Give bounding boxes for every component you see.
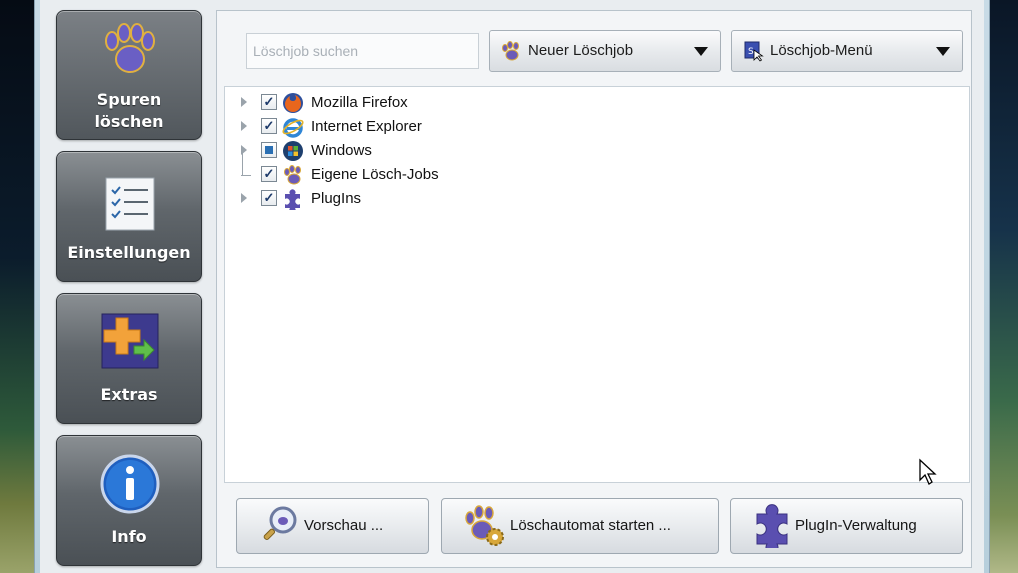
svg-text:S: S	[748, 47, 754, 57]
paw-gear-icon	[465, 505, 504, 546]
sidebar-item-label: Info	[111, 527, 147, 546]
sidebar-item-spuren-loeschen[interactable]: Spuren löschen	[56, 10, 202, 140]
checklist-icon	[105, 177, 155, 231]
sidebar-item-extras[interactable]: Extras	[56, 293, 202, 424]
checkbox[interactable]: ✓	[261, 166, 277, 182]
paw-icon	[502, 41, 519, 61]
sidebar-item-label: löschen	[94, 112, 164, 131]
tree-item-label: Mozilla Firefox	[311, 94, 408, 111]
sidebar-item-label: Spuren	[96, 90, 162, 109]
sidebar-item-info[interactable]: Info	[56, 435, 202, 566]
checkbox[interactable]: ✓	[261, 94, 277, 110]
tree-item-label: PlugIns	[311, 190, 362, 207]
expand-arrow-icon[interactable]	[241, 97, 247, 107]
tree-item-label: Internet Explorer	[311, 118, 422, 135]
windows-icon	[283, 141, 303, 161]
desktop-background-left	[0, 0, 34, 573]
checkbox[interactable]: ✓	[261, 118, 277, 134]
paw-icon	[105, 23, 155, 73]
preview-button[interactable]: Vorschau ...	[236, 498, 429, 554]
new-job-label: Neuer Löschjob	[528, 42, 634, 59]
expand-arrow-icon[interactable]	[241, 121, 247, 131]
sidebar-item-einstellungen[interactable]: Einstellungen	[56, 151, 202, 282]
mouse-cursor-icon	[919, 458, 937, 485]
chevron-down-icon	[936, 47, 950, 56]
extras-icon	[101, 313, 159, 369]
info-icon	[100, 454, 160, 514]
job-menu-dropdown-button[interactable]: S Löschjob-Menü	[731, 30, 963, 72]
search-input[interactable]	[246, 33, 479, 69]
sidebar-item-label: Extras	[100, 385, 158, 404]
puzzle-icon	[756, 504, 788, 548]
start-auto-clean-button[interactable]: Löschautomat starten ...	[441, 498, 719, 554]
checkbox[interactable]: ✓	[261, 190, 277, 206]
expand-arrow-icon[interactable]	[241, 193, 247, 203]
desktop-background-right	[990, 0, 1018, 573]
internet-explorer-icon	[282, 118, 304, 138]
tree-item-label: Eigene Lösch-Jobs	[311, 166, 439, 183]
plugin-management-button[interactable]: PlugIn-Verwaltung	[730, 498, 963, 554]
job-tree[interactable]: ✓ Mozilla Firefox ✓ Internet Explorer Wi…	[224, 86, 970, 483]
firefox-icon	[283, 93, 303, 113]
job-menu-icon: S	[744, 41, 764, 62]
preview-label: Vorschau ...	[304, 517, 384, 534]
sidebar-item-label: Einstellungen	[67, 243, 191, 262]
magnifier-icon	[263, 506, 297, 541]
plugin-management-label: PlugIn-Verwaltung	[795, 517, 917, 534]
chevron-down-icon	[694, 47, 708, 56]
tree-item-label: Windows	[311, 142, 372, 159]
job-menu-label: Löschjob-Menü	[770, 42, 873, 59]
checkbox-partial[interactable]	[261, 142, 277, 158]
new-job-dropdown-button[interactable]: Neuer Löschjob	[489, 30, 721, 72]
start-auto-clean-label: Löschautomat starten ...	[510, 517, 671, 534]
paw-icon	[284, 165, 301, 185]
puzzle-icon	[285, 189, 300, 210]
